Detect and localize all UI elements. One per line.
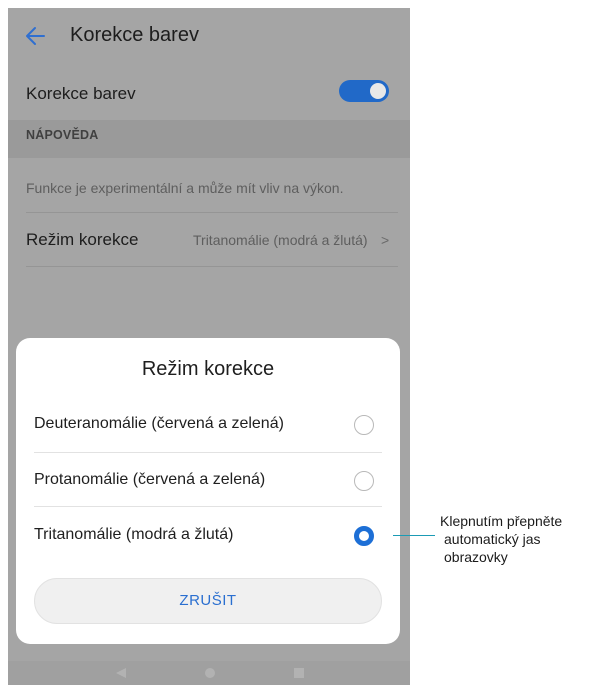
option-divider — [34, 506, 382, 507]
divider — [26, 266, 398, 267]
toggle-knob — [370, 83, 386, 99]
radio-deuteranomaly[interactable] — [354, 415, 374, 435]
chevron-right-icon: > — [381, 232, 390, 248]
color-correction-toggle[interactable] — [339, 80, 389, 102]
hint-text: Funkce je experimentální a může mít vliv… — [26, 180, 344, 196]
radio-protanomaly[interactable] — [354, 471, 374, 491]
back-arrow-icon[interactable] — [22, 22, 50, 50]
correction-mode-value[interactable]: Tritanomálie (modrá a žlutá) — [193, 232, 368, 248]
app-bar: Korekce barev — [8, 8, 410, 64]
section-title: NÁPOVĚDA — [26, 128, 99, 142]
callout-annotation: Klepnutím přepněte automatický jas obraz… — [440, 512, 598, 566]
dialog-title: Režim korekce — [141, 358, 275, 380]
nav-home-icon[interactable] — [205, 668, 215, 678]
correction-mode-dialog: Režim korekce Deuteranomálie (červená a … — [16, 338, 400, 644]
option-deuteranomaly[interactable]: Deuteranomálie (červená a zelená) — [34, 415, 284, 433]
divider — [26, 212, 398, 213]
callout-leader-line — [393, 535, 435, 536]
nav-back-icon[interactable] — [116, 668, 126, 678]
callout-line: obrazovky — [444, 549, 508, 565]
option-tritanomaly[interactable]: Tritanomálie (modrá a žlutá) — [34, 526, 233, 544]
nav-recents-icon[interactable] — [294, 668, 304, 678]
callout-line: Klepnutím přepněte — [440, 513, 563, 529]
page-title: Korekce barev — [70, 24, 199, 46]
cancel-button[interactable]: ZRUŠIT — [34, 578, 382, 624]
option-protanomaly[interactable]: Protanomálie (červená a zelená) — [34, 471, 265, 489]
color-correction-label: Korekce barev — [26, 84, 136, 103]
callout-line: automatický jas — [444, 531, 541, 547]
option-divider — [34, 452, 382, 453]
radio-tritanomaly-selected[interactable] — [354, 526, 374, 546]
correction-mode-label[interactable]: Režim korekce — [26, 230, 138, 250]
navigation-bar — [8, 661, 410, 685]
